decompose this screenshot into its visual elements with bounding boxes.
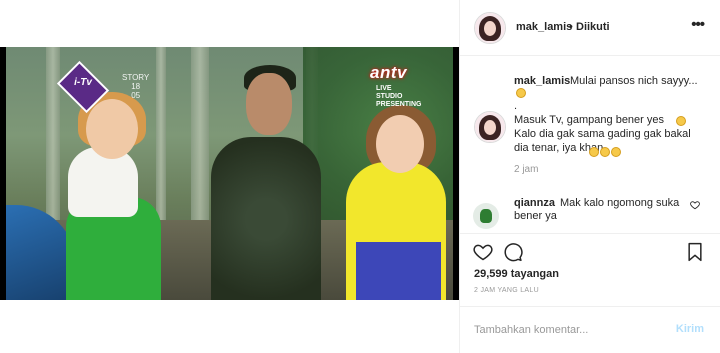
post-comment-button[interactable]: Kirim: [676, 323, 704, 335]
caption-line: .: [514, 100, 518, 112]
caption-avatar[interactable]: [474, 111, 506, 143]
channel-date: STORY 18 05: [122, 73, 150, 100]
person-left-head: [86, 99, 138, 159]
action-bar: [460, 233, 720, 268]
person-right-head: [376, 115, 424, 173]
caption-username[interactable]: mak_lamis: [514, 75, 570, 87]
background-trunk: [46, 47, 60, 240]
emoji-group: [588, 143, 621, 161]
separator-dot: •: [569, 21, 573, 33]
follow-status[interactable]: Diikuti: [576, 21, 610, 33]
caption-time[interactable]: 2 jam: [514, 164, 538, 175]
background-trunk: [156, 47, 166, 240]
avatar-face: [484, 120, 496, 135]
bookmark-icon[interactable]: [684, 241, 706, 263]
commenter-avatar-figure: [480, 209, 492, 223]
background-trunk: [191, 47, 209, 240]
like-comment-icon[interactable]: [690, 200, 700, 213]
avatar-face: [484, 21, 496, 36]
heart-icon[interactable]: [472, 241, 494, 263]
network-logo: antv: [370, 63, 407, 82]
video-frame[interactable]: i-Tv STORY 18 05 antv LIVE STUDIO PRESEN…: [6, 47, 453, 300]
post-header: mak_lamis • Diikuti •••: [460, 0, 720, 56]
view-count[interactable]: 29,599 tayangan: [474, 268, 559, 280]
caption-line: Mulai pansos nich sayyy...: [570, 75, 698, 87]
avatar[interactable]: [474, 12, 506, 44]
rofl-emoji-icon: [600, 147, 610, 157]
more-icon[interactable]: •••: [691, 16, 705, 33]
person-right-pants: [356, 242, 441, 300]
comments-section: mak_lamis Mulai pansos nich sayyy... . M…: [460, 57, 720, 232]
add-comment-bar: Kirim: [460, 306, 720, 353]
network-sub: LIVE STUDIO PRESENTING: [376, 85, 422, 108]
commenter-avatar[interactable]: [473, 203, 499, 229]
header-username[interactable]: mak_lamis: [516, 21, 572, 33]
channel-logo-text: i-Tv: [74, 77, 92, 88]
comment-icon[interactable]: [502, 241, 524, 263]
rofl-emoji-icon: [589, 147, 599, 157]
post-media[interactable]: i-Tv STORY 18 05 antv LIVE STUDIO PRESEN…: [0, 47, 459, 300]
rofl-emoji-icon: [611, 147, 621, 157]
comment-text: Mak kalo ngomong suka bener ya: [514, 197, 680, 222]
person-center-head: [246, 73, 292, 135]
caption-line: Kalo dia gak sama gading gak bakal: [514, 128, 691, 140]
smile-emoji-icon: [516, 88, 526, 98]
grin-emoji-icon: [676, 116, 686, 126]
comment-input[interactable]: [474, 320, 654, 340]
post-time[interactable]: 2 JAM YANG LALU: [474, 287, 539, 294]
person-center-body: [211, 137, 321, 300]
